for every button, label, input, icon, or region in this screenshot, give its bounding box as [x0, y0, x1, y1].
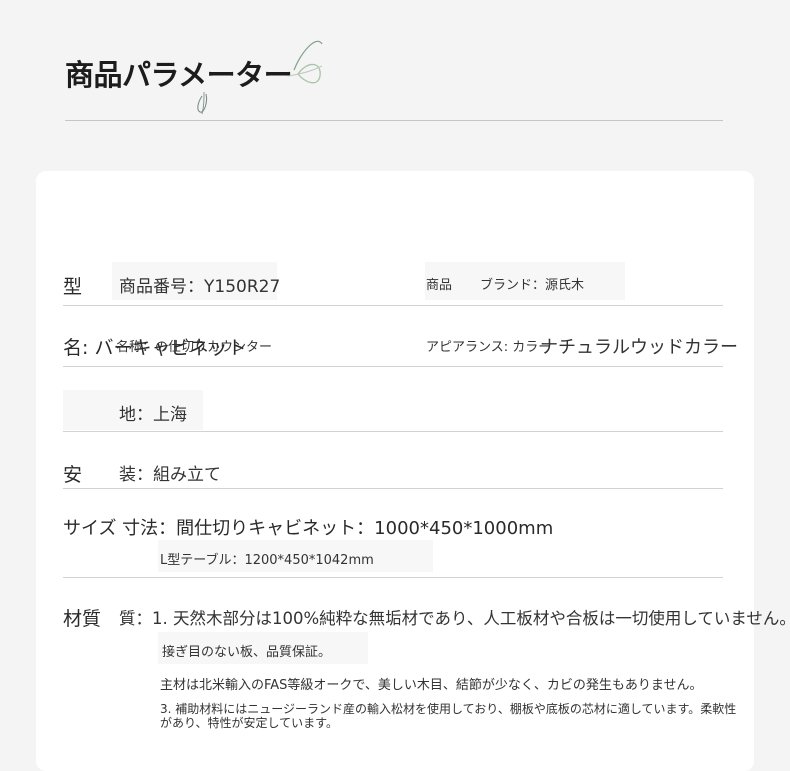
brand-value: ブランド：源氏木: [480, 278, 585, 293]
appearance-label: アピアランス: カラー: [426, 340, 552, 355]
model-label: 型: [63, 276, 83, 298]
model-number: 商品番号：Y150R27: [119, 277, 281, 297]
material-line-1: 質：1. 天然木部分は100%純粋な無垢材であり、人工板材や合板は一切使用してい…: [119, 609, 790, 628]
row-divider: [63, 488, 723, 489]
material-line-3: 主材は北米輸入のFAS等級オークで、美しい木目、結節が少なく、カビの発生もありま…: [160, 678, 703, 693]
material-line-4b: があり、特性が安定しています。: [160, 716, 338, 730]
install-value: 装：組み立て: [119, 465, 221, 485]
name-value: 名称：の仕切りカウンター: [116, 340, 273, 355]
size-line-2: L型テーブル：1200*450*1042mm: [160, 553, 374, 568]
row-divider: [63, 431, 723, 432]
material-label: 材質: [63, 608, 102, 630]
row-divider: [63, 366, 723, 367]
product-label: 商品: [426, 278, 453, 293]
origin-value: 地：上海: [119, 405, 187, 425]
row-divider: [63, 305, 723, 306]
row-divider: [63, 577, 723, 578]
size-line-1: サイズ 寸法：間仕切りキャビネット：1000*450*1000mm: [63, 518, 554, 539]
color-value: ナチュラルウッドカラー: [540, 337, 738, 358]
leaf-sprig-icon: [197, 40, 323, 115]
material-line-2: 接ぎ目のない板、品質保証。: [162, 645, 332, 660]
title-divider: [65, 120, 723, 121]
install-label: 安: [63, 464, 83, 486]
